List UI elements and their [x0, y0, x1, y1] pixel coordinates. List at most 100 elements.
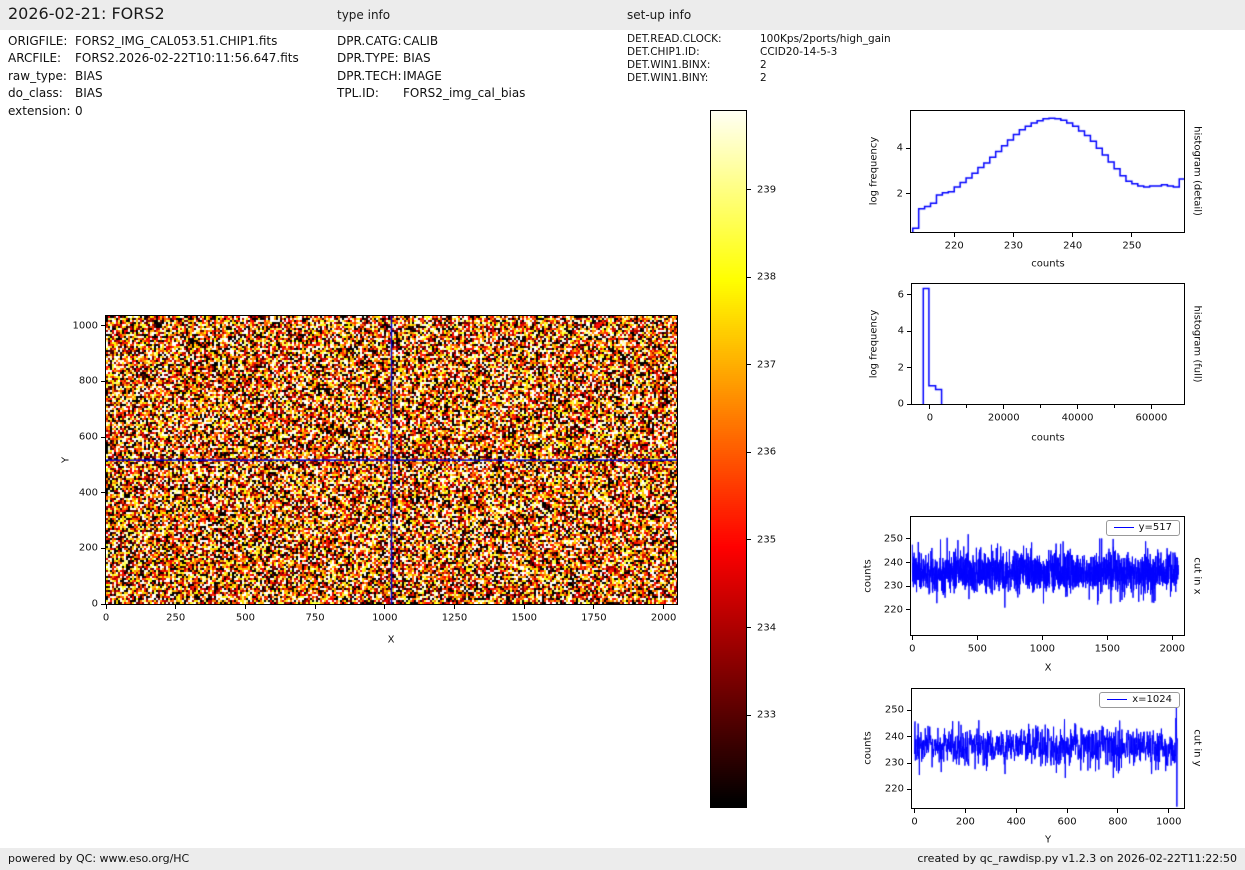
histogram-detail-plot: [910, 110, 1185, 233]
hist-detail-y-axis-label: log frequency: [869, 137, 880, 206]
y-axis-tick: [907, 367, 911, 368]
colorbar: [710, 110, 747, 808]
cut-x-y-axis-label: counts: [863, 559, 874, 592]
tick-label: 1000: [1030, 644, 1055, 655]
info-row: ARCFILE:FORS2.2026-02-22T10:11:56.647.fi…: [8, 50, 299, 67]
info-value: FORS2_IMG_CAL053.51.CHIP1.fits: [75, 34, 277, 48]
info-value: 2: [760, 59, 767, 71]
tick-label: 230: [884, 581, 903, 592]
x-axis-tick: [1013, 233, 1014, 237]
x-axis-minor-tick: [966, 405, 967, 408]
tick-label: 0: [927, 413, 933, 424]
colorbar-tick-label: 239: [757, 184, 776, 195]
footer-right-text: created by qc_rawdisp.py v1.2.3 on 2026-…: [917, 852, 1237, 865]
info-row: DET.WIN1.BINY:2: [627, 72, 891, 85]
colorbar-tick-label: 233: [757, 710, 776, 721]
cut-y-x-axis-label: Y: [1045, 835, 1051, 846]
tick-label: 500: [236, 613, 255, 624]
x-axis-tick: [245, 605, 246, 609]
colorbar-tick: [747, 364, 751, 365]
raw-image-canvas: [106, 316, 677, 604]
colorbar-tick-label: 234: [757, 622, 776, 633]
tick-label: 1250: [442, 613, 467, 624]
info-row: DET.WIN1.BINX:2: [627, 59, 891, 72]
tick-label: 40000: [1062, 413, 1094, 424]
tick-label: 220: [884, 604, 903, 615]
y-axis-tick: [101, 548, 105, 549]
tick-label: 400: [79, 487, 98, 498]
colorbar-tick-label: 238: [757, 272, 776, 283]
x-axis-tick: [965, 809, 966, 813]
x-axis-tick: [914, 809, 915, 813]
setup-info-heading: set-up info: [627, 8, 691, 22]
tick-label: 1750: [581, 613, 606, 624]
type-info-heading: type info: [337, 8, 390, 22]
hist-full-x-axis-label: counts: [1031, 433, 1064, 444]
tick-label: 200: [956, 817, 975, 828]
colorbar-canvas: [711, 111, 746, 807]
tick-label: 220: [945, 241, 964, 252]
y-axis-tick: [101, 604, 105, 605]
colorbar-tick: [747, 627, 751, 628]
cut-in-y-legend: x=1024: [1099, 692, 1180, 708]
tick-label: 250: [1122, 241, 1141, 252]
tick-label: 0: [898, 399, 904, 410]
histogram-full-canvas: [912, 284, 1184, 404]
page-title: 2026-02-21: FORS2: [8, 4, 165, 23]
info-row: DPR.CATG:CALIB: [337, 33, 525, 50]
hist-detail-title: histogram (detail): [1192, 126, 1203, 216]
y-axis-tick: [907, 404, 911, 405]
cut-y-y-axis-label: counts: [863, 731, 874, 764]
info-label: DET.READ.CLOCK:: [627, 33, 760, 46]
x-axis-tick: [106, 605, 107, 609]
x-axis-tick: [1072, 233, 1073, 237]
info-row: DET.CHIP1.ID:CCID20-14-5-3: [627, 46, 891, 59]
y-axis-tick: [907, 763, 911, 764]
y-axis-tick: [101, 437, 105, 438]
cut-in-x-legend: y=517: [1106, 520, 1180, 536]
y-axis-tick: [906, 586, 910, 587]
tick-label: 6: [898, 289, 904, 300]
x-axis-tick: [929, 405, 930, 409]
tick-label: 240: [884, 557, 903, 568]
x-axis-tick: [524, 605, 525, 609]
tick-label: 1000: [1156, 817, 1181, 828]
x-axis-tick: [1151, 405, 1152, 409]
info-value: 0: [75, 104, 83, 118]
colorbar-tick: [747, 277, 751, 278]
footer-left-text: powered by QC: www.eso.org/HC: [8, 852, 189, 865]
tick-label: 0: [103, 613, 109, 624]
y-axis-tick: [101, 381, 105, 382]
type-info-section: DPR.CATG:CALIB DPR.TYPE:BIAS DPR.TECH:IM…: [337, 33, 525, 103]
tick-label: 0: [911, 817, 917, 828]
info-row: DPR.TYPE:BIAS: [337, 50, 525, 67]
setup-info-section: DET.READ.CLOCK:100Kps/2ports/high_gain D…: [627, 33, 891, 85]
info-label: ARCFILE:: [8, 50, 75, 67]
y-axis-tick: [907, 789, 911, 790]
info-label: DET.CHIP1.ID:: [627, 46, 760, 59]
x-axis-tick: [1131, 233, 1132, 237]
info-value: BIAS: [75, 86, 103, 100]
tick-label: 240: [885, 731, 904, 742]
y-axis-tick: [906, 148, 910, 149]
info-row: extension:0: [8, 103, 299, 120]
info-row: DPR.TECH:IMAGE: [337, 68, 525, 85]
tick-label: 800: [1108, 817, 1127, 828]
y-axis-tick: [906, 538, 910, 539]
main-y-axis-label: Y: [61, 457, 72, 463]
x-axis-tick: [663, 605, 664, 609]
tick-label: 20000: [988, 413, 1020, 424]
y-axis-tick: [907, 294, 911, 295]
info-row: do_class:BIAS: [8, 85, 299, 102]
info-row: TPL.ID:FORS2_img_cal_bias: [337, 85, 525, 102]
cut-y-title: cut in y: [1192, 729, 1203, 766]
raw-image-plot: [105, 315, 678, 605]
file-info-section: ORIGFILE:FORS2_IMG_CAL053.51.CHIP1.fits …: [8, 33, 299, 120]
info-value: IMAGE: [403, 69, 442, 83]
info-value: 2: [760, 72, 767, 84]
y-axis-tick: [906, 562, 910, 563]
legend-line-sample: [1114, 527, 1134, 528]
y-axis-tick: [906, 609, 910, 610]
info-label: raw_type:: [8, 68, 75, 85]
tick-label: 600: [79, 432, 98, 443]
